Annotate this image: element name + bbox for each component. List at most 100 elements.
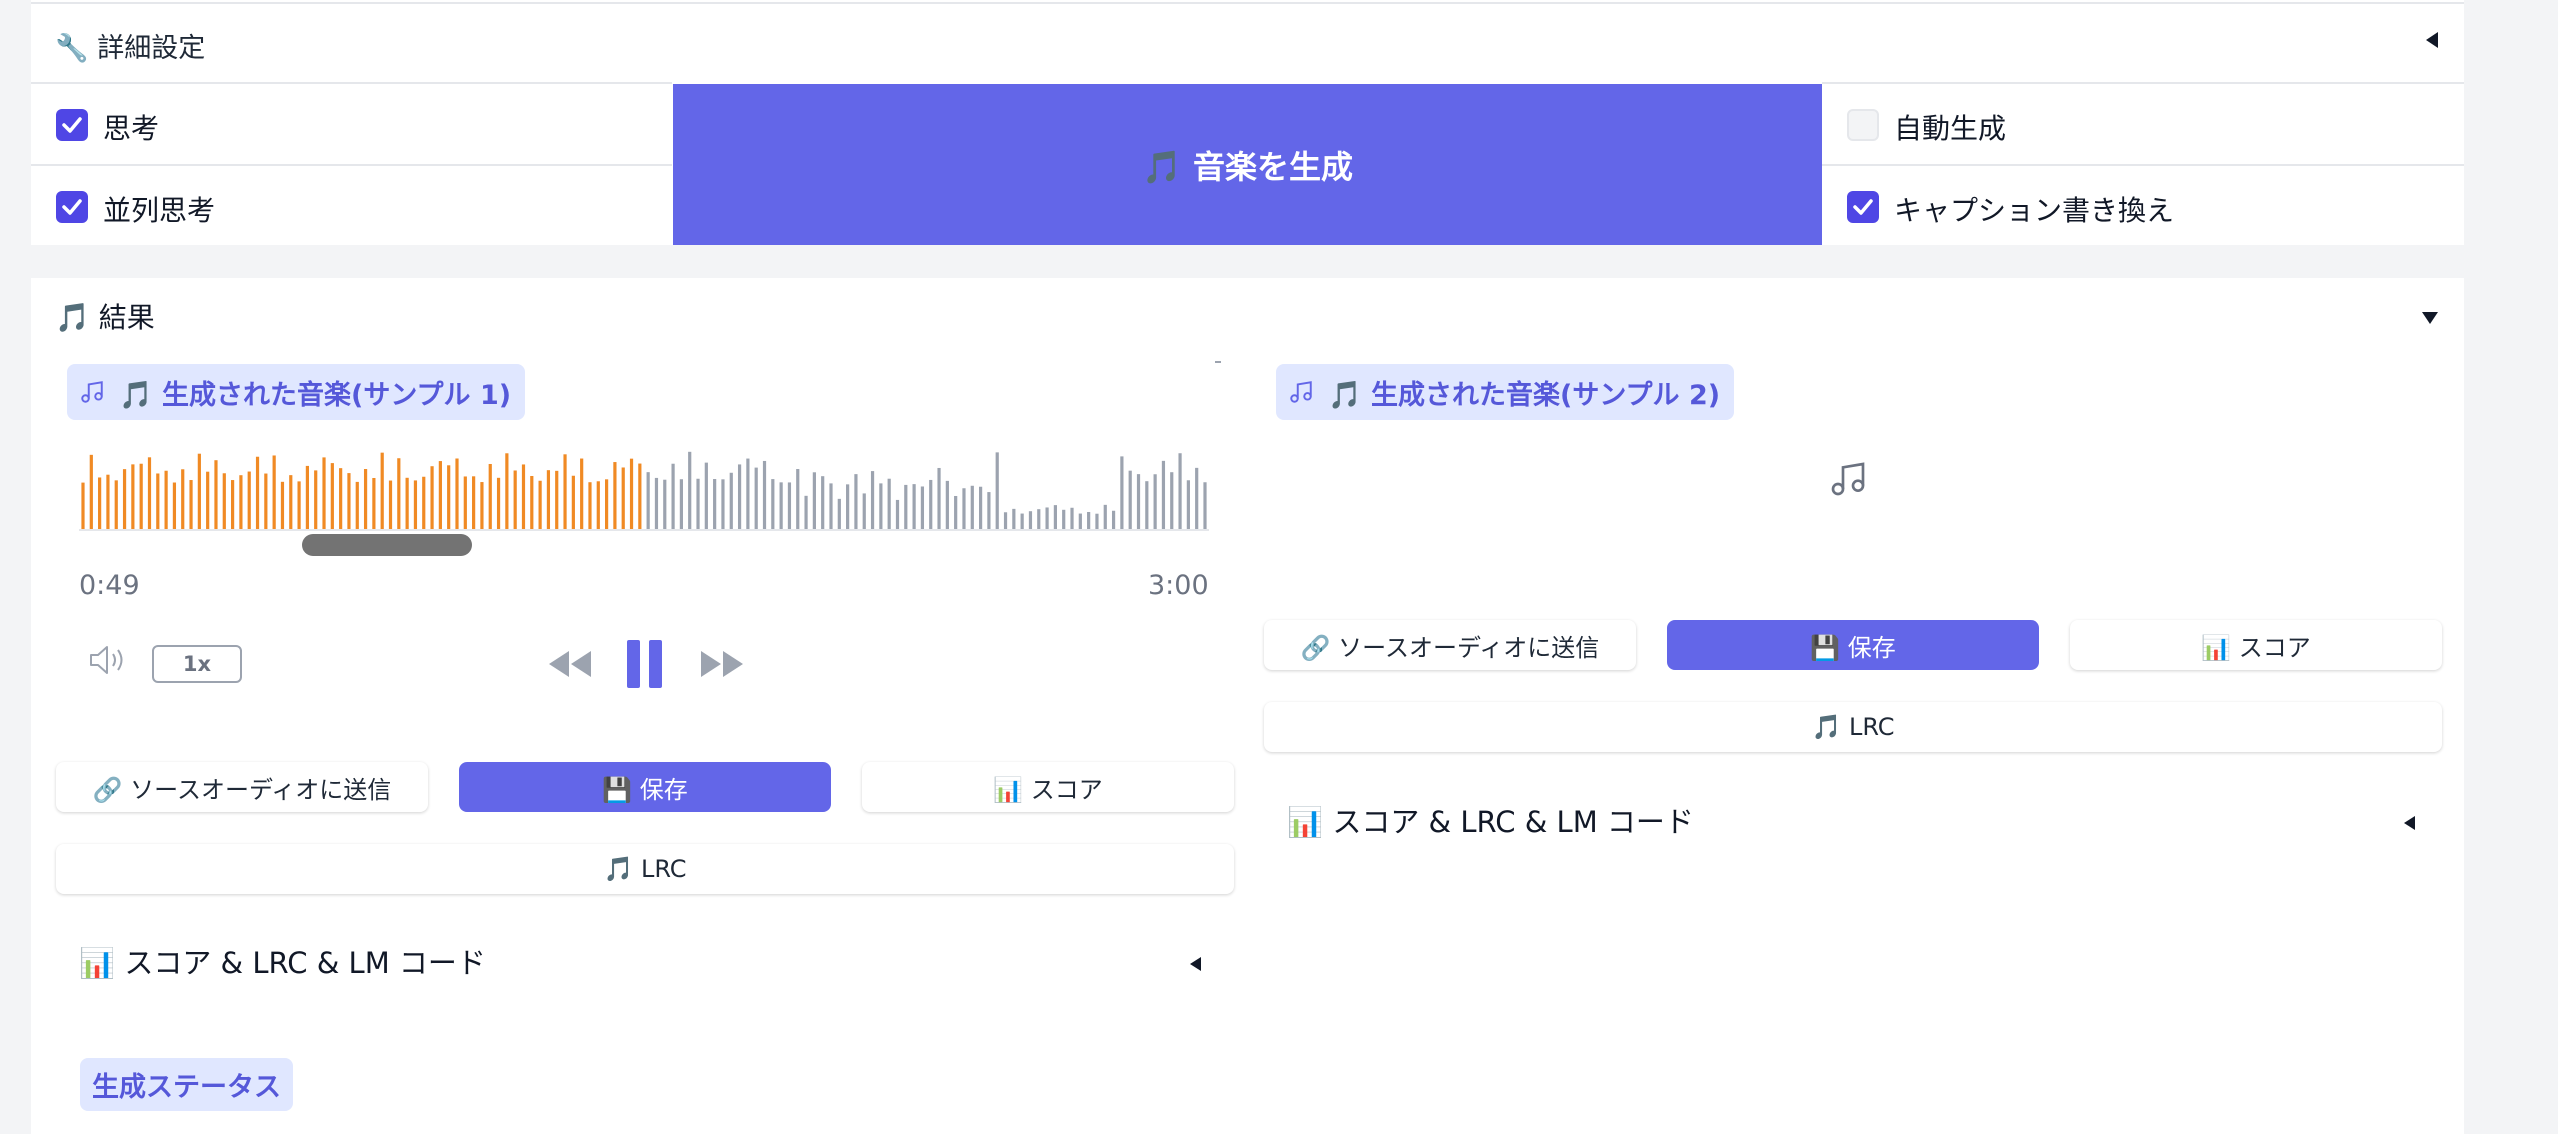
waveform-bar — [1111, 510, 1116, 531]
waveform-bar — [571, 475, 575, 531]
waveform-bar — [114, 480, 118, 531]
generate-music-button[interactable]: 🎵 音楽を生成 — [673, 84, 1822, 245]
waveform-bar — [164, 470, 168, 531]
waveform[interactable] — [79, 443, 1209, 541]
waveform-bar — [1170, 472, 1174, 531]
results-panel: 🎵 結果 🎵 生成された音楽(サンプル 1) 0:49 3:00 1x 🔗 ソー… — [31, 278, 2464, 1134]
checkbox-thinking[interactable] — [56, 109, 88, 141]
volume-icon[interactable] — [87, 643, 131, 681]
waveform-bar — [513, 470, 517, 531]
current-time: 0:49 — [79, 570, 140, 601]
advanced-settings-header[interactable]: 🔧 詳細設定 — [31, 2, 2464, 82]
waveform-bar — [737, 464, 742, 531]
waveform-bar — [812, 472, 816, 531]
waveform-bar — [322, 457, 326, 531]
waveform-bar — [372, 477, 376, 531]
waveform-bar — [156, 473, 160, 531]
waveform-bar — [1120, 456, 1124, 531]
waveform-bar — [1186, 480, 1190, 531]
waveform-bar — [347, 473, 351, 531]
waveform-bar — [796, 469, 800, 531]
audio-placeholder-icon — [1828, 459, 1868, 503]
waveform-bar — [447, 465, 451, 531]
save-button[interactable]: 💾 保存 — [1667, 620, 2039, 670]
waveform-bar — [1145, 481, 1149, 531]
sample1-label-text: 🎵 生成された音楽(サンプル 1) — [119, 379, 512, 411]
score-button[interactable]: 📊 スコア — [862, 762, 1234, 812]
music-note-icon — [79, 379, 105, 405]
waveform-bar — [314, 470, 318, 531]
waveform-bar — [887, 478, 891, 531]
lrc-button[interactable]: 🎵 LRC — [56, 844, 1234, 894]
rewind-icon[interactable] — [545, 649, 595, 683]
waveform-bar — [1128, 470, 1132, 531]
checkbox-auto-generate[interactable] — [1847, 109, 1879, 141]
waveform-bar — [995, 452, 999, 531]
score-button[interactable]: 📊 スコア — [2070, 620, 2442, 670]
waveform-bar — [962, 488, 966, 531]
waveform-bar — [746, 458, 750, 531]
waveform-bar — [289, 475, 293, 531]
collapse-caret-icon[interactable] — [2426, 32, 2438, 48]
expand-caret-icon[interactable] — [2404, 816, 2415, 830]
pause-icon[interactable] — [625, 639, 665, 693]
waveform-bar — [330, 463, 334, 531]
waveform-bar — [762, 460, 767, 531]
waveform-bar — [363, 469, 368, 531]
checkbox-caption-rewrite[interactable] — [1847, 191, 1879, 223]
option-thinking[interactable]: 思考 — [31, 82, 672, 164]
waveform-bar — [206, 471, 210, 531]
check-icon — [1853, 199, 1873, 215]
waveform-bar — [430, 466, 434, 531]
waveform-bar — [438, 461, 442, 531]
waveform-bar — [779, 482, 783, 531]
waveform-bar — [189, 480, 193, 531]
waveform-bar — [1012, 508, 1016, 531]
waveform-bar — [380, 452, 384, 531]
waveform-bar — [147, 457, 152, 531]
sample1-details-accordion[interactable]: 📊 スコア & LRC & LM コード — [79, 940, 486, 982]
send-to-source-button[interactable]: 🔗 ソースオーディオに送信 — [1264, 620, 1636, 670]
option-auto-generate[interactable]: 自動生成 — [1822, 82, 2464, 164]
divider-mark — [1215, 361, 1221, 363]
waveform-bar — [89, 454, 93, 531]
status-label: 生成ステータス — [80, 1058, 293, 1111]
collapse-caret-icon[interactable] — [2422, 312, 2438, 324]
sample2-label-text: 🎵 生成された音楽(サンプル 2) — [1328, 379, 1721, 411]
playback-speed-button[interactable]: 1x — [152, 645, 242, 683]
waveform-bar — [231, 480, 235, 531]
waveform-bar — [654, 477, 659, 531]
waveform-bar — [970, 485, 974, 531]
waveform-bar — [613, 462, 617, 531]
waveform-bar — [98, 477, 102, 531]
waveform-bar — [945, 480, 949, 531]
expand-caret-icon[interactable] — [1190, 957, 1201, 971]
waveform-bar — [546, 470, 551, 531]
music-note-icon — [1288, 379, 1314, 405]
waveform-bar — [222, 473, 226, 531]
waveform-bar — [1161, 460, 1166, 531]
option-parallel-thinking[interactable]: 並列思考 — [31, 164, 672, 245]
waveform-bar — [588, 482, 592, 531]
waveform-bar — [530, 475, 534, 531]
option-caption-rewrite[interactable]: キャプション書き換え — [1822, 164, 2464, 245]
option-label: 並列思考 — [103, 194, 216, 227]
check-icon — [62, 199, 82, 215]
checkbox-parallel-thinking[interactable] — [56, 191, 88, 223]
waveform-bar — [912, 484, 916, 531]
waveform-bar — [862, 493, 866, 531]
waveform-bar — [1062, 509, 1066, 531]
waveform-bar — [305, 465, 309, 531]
save-button[interactable]: 💾 保存 — [459, 762, 831, 812]
sample2-details-accordion[interactable]: 📊 スコア & LRC & LM コード — [1287, 799, 1694, 841]
send-to-source-button[interactable]: 🔗 ソースオーディオに送信 — [56, 762, 428, 812]
waveform-bar — [1045, 507, 1049, 531]
fast-forward-icon[interactable] — [697, 649, 747, 683]
waveform-bar — [879, 483, 883, 531]
lrc-button[interactable]: 🎵 LRC — [1264, 702, 2442, 752]
waveform-scrollbar[interactable] — [302, 534, 472, 556]
waveform-bar — [496, 477, 501, 531]
option-label: 自動生成 — [1894, 112, 2007, 145]
waveform-bar — [663, 479, 667, 531]
waveform-bar — [605, 479, 609, 531]
